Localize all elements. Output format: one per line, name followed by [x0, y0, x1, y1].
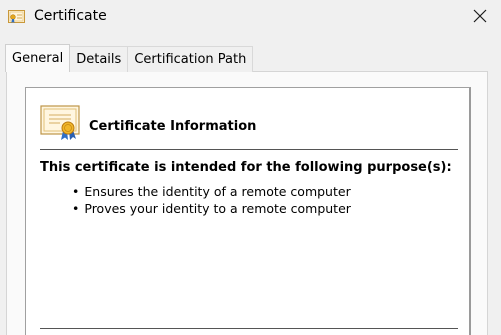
tab-strip: General Details Certification Path [5, 44, 254, 72]
tab-certification-path[interactable]: Certification Path [127, 46, 254, 72]
certificate-dialog: Certificate General Details Certificatio… [0, 0, 501, 335]
purpose-item: Proves your identity to a remote compute… [72, 200, 351, 217]
purpose-item: Ensures the identity of a remote compute… [72, 183, 351, 200]
purpose-heading: This certificate is intended for the fol… [40, 160, 452, 175]
title-bar: Certificate [0, 0, 501, 36]
certificate-icon [8, 9, 25, 23]
divider [40, 149, 458, 150]
window-title: Certificate [34, 8, 107, 24]
purpose-list: Ensures the identity of a remote compute… [72, 183, 351, 217]
close-icon [473, 8, 487, 27]
certificate-information-heading: Certificate Information [89, 119, 257, 134]
divider [40, 328, 458, 329]
tab-details[interactable]: Details [69, 46, 129, 72]
tab-general[interactable]: General [5, 44, 71, 72]
certificate-ribbon-icon [40, 105, 80, 141]
close-button[interactable] [467, 4, 493, 30]
certificate-information-box: Certificate Information This certificate… [25, 87, 471, 335]
